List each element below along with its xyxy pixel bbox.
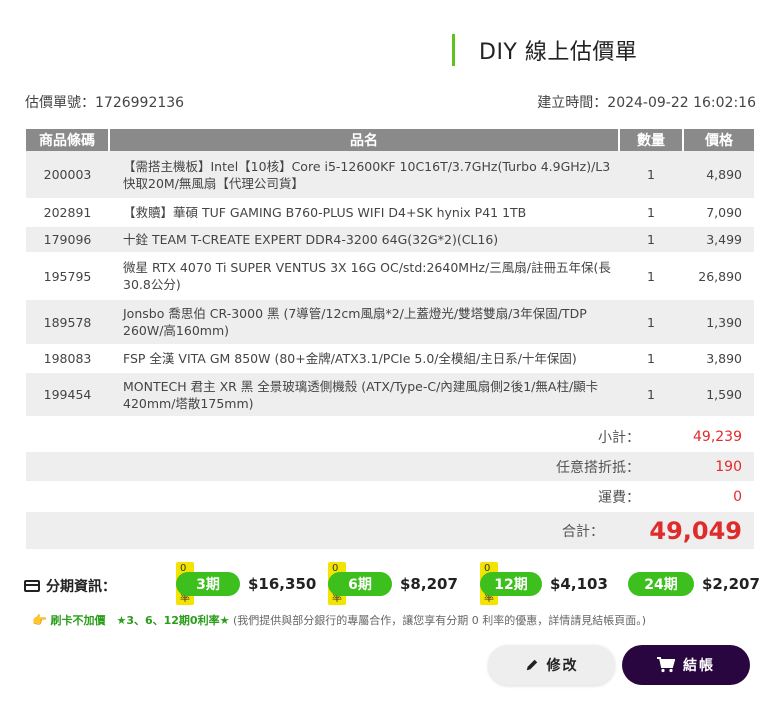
table-row: 199454 MONTECH 君主 XR 黑 全景玻璃透側機殼 (ATX/Typ… [26, 372, 754, 418]
item-name: 十銓 TEAM T-CREATE EXPERT DDR4-3200 64G(32… [109, 226, 619, 254]
item-name: FSP 全漢 VITA GM 850W (80+金牌/ATX3.1/PCIe 5… [109, 345, 619, 373]
header-code: 商品條碼 [26, 129, 110, 151]
promo-note: 👉 刷卡不加價 ★3、6、12期0利率★ (我們提供與部分銀行的專屬合作，讓您享… [32, 612, 646, 628]
table-row: 195795 微星 RTX 4070 Ti SUPER VENTUS 3X 16… [26, 253, 754, 300]
total-label: 合計： [562, 523, 604, 540]
item-name: 【救贖】華碩 TUF GAMING B760-PLUS WIFI D4+SK h… [109, 199, 619, 227]
item-price: 7,090 [683, 199, 754, 227]
table-row: 189578 Jonsbo 喬思伯 CR-3000 黑 (7導管/12cm風扇*… [26, 299, 754, 346]
total-row: 合計： 49,049 [26, 512, 754, 550]
discount-row: 任意搭折抵： 190 [26, 452, 754, 482]
item-name: MONTECH 君主 XR 黑 全景玻璃透側機殼 (ATX/Type-C/內建風… [109, 372, 619, 418]
installment-amount: $2,207 [702, 575, 760, 593]
installment-amount: $16,350 [248, 575, 317, 593]
installment-label-text: 分期資訊： [46, 579, 116, 595]
installment-info: 分期資訊： 0利率 3期 $16,350 0利率 6期 $8,207 0利率 1… [24, 562, 760, 612]
edit-button[interactable]: 修改 [488, 645, 615, 685]
item-code: 200003 [26, 151, 109, 200]
item-name: Jonsbo 喬思伯 CR-3000 黑 (7導管/12cm風扇*2/上蓋燈光/… [109, 299, 619, 346]
promo-text: (我們提供與部分銀行的專屬合作，讓您享有分期 0 利率的優惠，詳情請見結帳頁面。… [232, 614, 647, 627]
summary-section: 小計： 49,239 任意搭折抵： 190 運費： 0 合計： 49,049 [26, 422, 754, 550]
table-row: 179096 十銓 TEAM T-CREATE EXPERT DDR4-3200… [26, 226, 754, 254]
shipping-label: 運費： [598, 489, 640, 506]
item-price: 1,590 [683, 372, 754, 418]
discount-value: 190 [715, 458, 742, 475]
subtotal-label: 小計： [598, 429, 640, 446]
page-title: DIY 線上估價單 [479, 40, 638, 65]
subtotal-value: 49,239 [693, 428, 742, 445]
total-value: 49,049 [649, 516, 742, 545]
item-code: 199454 [26, 372, 109, 418]
installment-label: 分期資訊： [24, 576, 116, 596]
page-header: DIY 線上估價單 [452, 33, 637, 67]
quote-table: 商品條碼 品名 數量 價格 200003 【需搭主機板】Intel【10核】Co… [26, 129, 754, 418]
installment-amount: $4,103 [550, 575, 608, 593]
shipping-value: 0 [733, 488, 742, 505]
subtotal-row: 小計： 49,239 [26, 422, 754, 452]
table-row: 200003 【需搭主機板】Intel【10核】Core i5-12600KF … [26, 151, 754, 200]
item-price: 3,499 [683, 226, 754, 254]
item-qty: 1 [619, 372, 683, 418]
installment-amount: $8,207 [400, 575, 458, 593]
item-qty: 1 [619, 345, 683, 373]
title-accent-bar [452, 34, 455, 66]
item-qty: 1 [619, 253, 683, 300]
item-code: 202891 [26, 199, 109, 227]
pencil-icon [526, 659, 537, 671]
item-code: 179096 [26, 226, 109, 254]
item-qty: 1 [619, 151, 683, 200]
header-qty: 數量 [619, 129, 684, 151]
item-name: 微星 RTX 4070 Ti SUPER VENTUS 3X 16G OC/st… [109, 253, 619, 300]
item-price: 26,890 [683, 253, 754, 300]
item-price: 1,390 [683, 299, 754, 346]
table-header: 商品條碼 品名 數量 價格 [26, 129, 754, 151]
item-qty: 1 [619, 199, 683, 227]
pointing-hand-icon: 👉 [32, 613, 47, 627]
item-code: 189578 [26, 299, 109, 346]
item-code: 198083 [26, 345, 109, 373]
item-qty: 1 [619, 299, 683, 346]
header-price: 價格 [683, 129, 754, 151]
quote-meta: 估價單號：1726992136 建立時間：2024-09-22 16:02:16 [25, 92, 756, 112]
table-row: 198083 FSP 全漢 VITA GM 850W (80+金牌/ATX3.1… [26, 345, 754, 373]
promo-highlight: 刷卡不加價 ★3、6、12期0利率★ [50, 614, 230, 627]
quote-number: 估價單號：1726992136 [25, 95, 185, 111]
checkout-button[interactable]: 結帳 [622, 645, 750, 685]
item-code: 195795 [26, 253, 109, 300]
shipping-row: 運費： 0 [26, 482, 754, 512]
item-price: 4,890 [683, 151, 754, 200]
period-pill: 24期 [628, 572, 694, 596]
header-name: 品名 [109, 129, 620, 151]
checkout-button-label: 結帳 [683, 658, 715, 674]
period-pill: 12期 [480, 572, 542, 596]
cart-icon [657, 657, 675, 673]
edit-button-label: 修改 [546, 658, 579, 674]
credit-card-icon [24, 580, 40, 592]
created-time: 建立時間：2024-09-22 16:02:16 [537, 95, 756, 111]
discount-label: 任意搭折抵： [556, 459, 640, 476]
item-name: 【需搭主機板】Intel【10核】Core i5-12600KF 10C16T/… [109, 151, 619, 200]
period-pill: 6期 [328, 572, 392, 596]
item-price: 3,890 [683, 345, 754, 373]
table-row: 202891 【救贖】華碩 TUF GAMING B760-PLUS WIFI … [26, 199, 754, 227]
item-qty: 1 [619, 226, 683, 254]
period-pill: 3期 [176, 572, 240, 596]
